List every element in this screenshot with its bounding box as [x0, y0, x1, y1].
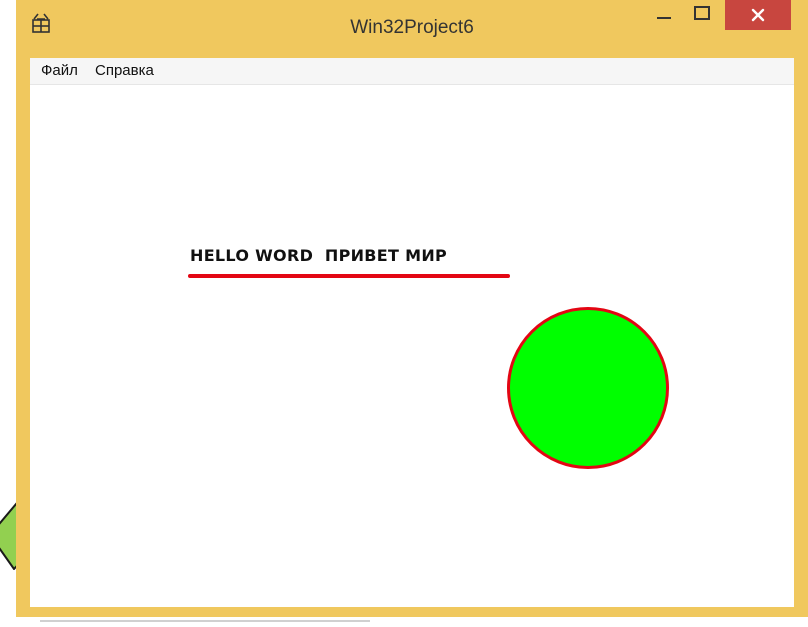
green-circle: [507, 307, 669, 469]
menu-item-help[interactable]: Справка: [91, 62, 158, 80]
hello-text: HELLO WORD ПРИВЕТ МИР: [190, 246, 448, 265]
client-area: Файл Справка HELLO WORD ПРИВЕТ МИР: [30, 58, 794, 607]
drawing-canvas: HELLO WORD ПРИВЕТ МИР: [30, 85, 794, 607]
background-fragment: [40, 620, 370, 622]
app-window: Win32Project6 Файл Справка HELLO WORD ПР…: [16, 0, 808, 617]
close-button[interactable]: [725, 0, 791, 30]
red-underline: [188, 274, 510, 278]
minimize-icon[interactable]: [646, 0, 682, 30]
menu-item-file[interactable]: Файл: [37, 62, 82, 80]
screenshot: Win32Project6 Файл Справка HELLO WORD ПР…: [0, 0, 808, 627]
title-bar[interactable]: Win32Project6: [16, 0, 808, 58]
maximize-icon[interactable]: [684, 0, 720, 30]
menu-bar: Файл Справка: [30, 58, 794, 85]
close-icon: [751, 8, 765, 22]
